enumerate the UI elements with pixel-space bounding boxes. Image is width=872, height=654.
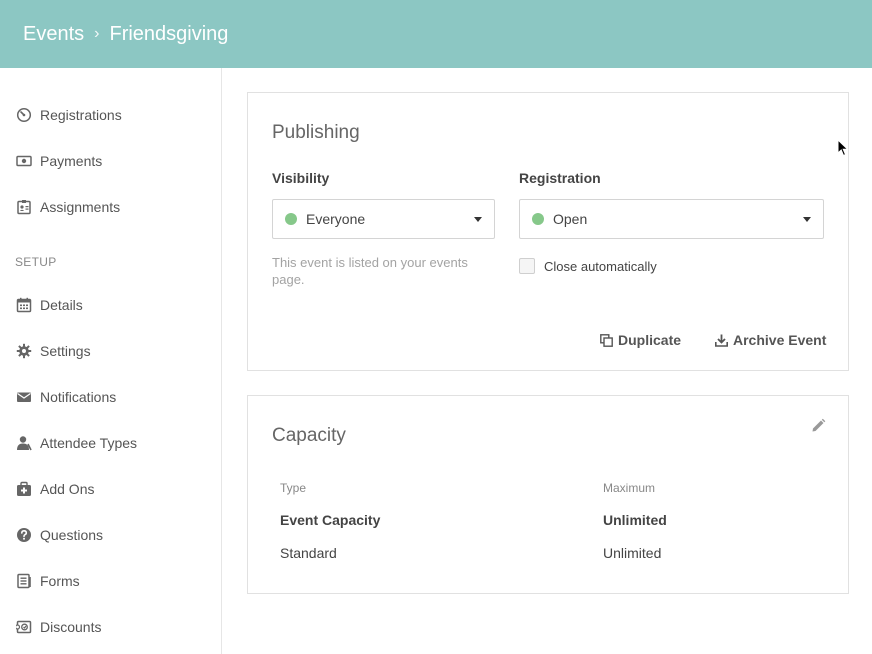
sidebar-item-notifications[interactable]: Notifications xyxy=(16,386,116,408)
user-icon xyxy=(16,435,32,451)
badge-icon xyxy=(16,199,32,215)
coupon-icon xyxy=(16,619,32,635)
sidebar-item-label: Questions xyxy=(40,527,104,543)
envelope-icon xyxy=(16,389,32,405)
close-automatically-checkbox[interactable] xyxy=(519,258,535,274)
breadcrumb-events-link[interactable]: Events xyxy=(23,23,84,46)
sidebar-item-label: Payments xyxy=(40,153,103,169)
sidebar-item-details[interactable]: Details xyxy=(16,294,83,316)
column-header-type: Type xyxy=(280,481,307,495)
close-automatically-option[interactable]: Close automatically xyxy=(519,258,657,274)
breadcrumb-current: Friendsgiving xyxy=(109,22,229,45)
publishing-title: Publishing xyxy=(272,122,360,143)
sidebar-item-label: Assignments xyxy=(40,199,121,215)
sidebar-item-registrations[interactable]: Registrations xyxy=(16,104,122,126)
gauge-icon xyxy=(16,107,32,123)
sidebar: Registrations Payments Assignments SETUP… xyxy=(0,68,222,654)
question-icon xyxy=(16,527,32,543)
duplicate-button[interactable]: Duplicate xyxy=(600,332,681,348)
calendar-icon xyxy=(16,297,32,313)
sidebar-item-payments[interactable]: Payments xyxy=(16,150,102,172)
archive-event-label: Archive Event xyxy=(733,332,827,348)
visibility-value: Everyone xyxy=(306,211,366,227)
pencil-icon[interactable] xyxy=(811,418,826,433)
setup-section-label: SETUP xyxy=(15,255,57,269)
sidebar-item-label: Settings xyxy=(40,343,91,359)
status-dot-icon xyxy=(285,213,297,225)
sidebar-item-add-ons[interactable]: Add Ons xyxy=(16,478,94,500)
sidebar-item-forms[interactable]: Forms xyxy=(16,570,80,592)
money-icon xyxy=(16,153,32,169)
caret-down-icon xyxy=(803,217,811,222)
caret-down-icon xyxy=(474,217,482,222)
status-dot-icon xyxy=(532,213,544,225)
capacity-card: Capacity Type Maximum Event Capacity Unl… xyxy=(247,395,849,594)
sidebar-item-settings[interactable]: Settings xyxy=(16,340,91,362)
sidebar-item-assignments[interactable]: Assignments xyxy=(16,196,120,218)
duplicate-icon xyxy=(600,333,613,347)
sidebar-item-label: Add Ons xyxy=(40,481,95,497)
archive-event-button[interactable]: Archive Event xyxy=(715,332,826,348)
capacity-title: Capacity xyxy=(272,425,346,446)
row-maximum: Unlimited xyxy=(603,545,662,561)
registration-label: Registration xyxy=(519,170,601,186)
sidebar-item-label: Registrations xyxy=(40,107,122,123)
sidebar-item-label: Notifications xyxy=(40,389,117,405)
download-icon xyxy=(715,334,728,347)
sidebar-item-label: Attendee Types xyxy=(40,435,138,451)
sidebar-item-questions[interactable]: Questions xyxy=(16,524,103,546)
sidebar-item-label: Details xyxy=(40,297,83,313)
column-header-maximum: Maximum xyxy=(603,481,656,495)
visibility-label: Visibility xyxy=(272,170,330,186)
row-maximum: Unlimited xyxy=(603,512,667,528)
breadcrumb-separator: › xyxy=(94,25,100,42)
sidebar-item-attendee-types[interactable]: Attendee Types xyxy=(16,432,137,454)
forms-icon xyxy=(16,573,32,589)
row-type: Standard xyxy=(280,545,337,561)
top-bar: Events › Friendsgiving xyxy=(0,0,872,68)
sidebar-item-label: Discounts xyxy=(40,619,102,635)
registration-select[interactable]: Open xyxy=(519,199,824,239)
visibility-select[interactable]: Everyone xyxy=(272,199,495,239)
close-automatically-label: Close automatically xyxy=(544,258,657,274)
publishing-card: Publishing Visibility Everyone This even… xyxy=(247,92,849,371)
mouse-cursor-icon xyxy=(837,139,849,157)
sidebar-item-label: Forms xyxy=(40,573,80,589)
registration-value: Open xyxy=(553,211,588,227)
visibility-help-text: This event is listed on your events page… xyxy=(272,255,468,287)
medkit-icon xyxy=(16,481,32,497)
gear-icon xyxy=(16,343,32,359)
row-type: Event Capacity xyxy=(280,512,381,528)
sidebar-item-discounts[interactable]: Discounts xyxy=(16,616,101,638)
duplicate-label: Duplicate xyxy=(618,332,682,348)
